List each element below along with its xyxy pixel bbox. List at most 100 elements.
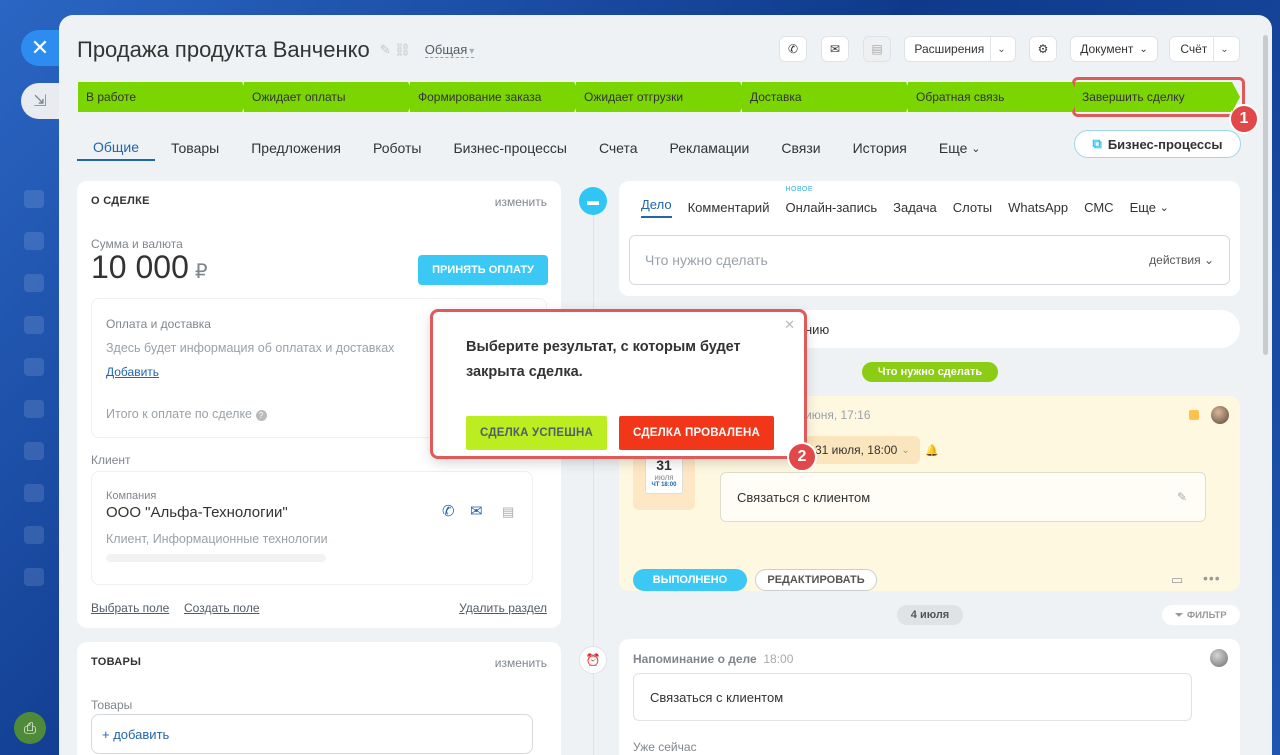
edit-link[interactable]: изменить xyxy=(495,656,547,670)
sidebar-ghost-item xyxy=(24,232,44,250)
todo-placeholder: Что нужно сделать xyxy=(645,252,768,268)
help-icon[interactable]: ? xyxy=(255,410,267,421)
tab-label: Счета xyxy=(598,140,638,156)
task-text: Связаться с клиентом xyxy=(737,489,871,505)
client-block: Компания ООО "Альфа-Технологии" Клиент, … xyxy=(91,471,533,585)
mail-icon: ✉ xyxy=(829,42,841,56)
add-payment-link[interactable]: Добавить xyxy=(106,365,159,379)
chat-icon[interactable]: ▤ xyxy=(502,504,514,520)
stage-item[interactable]: Обратная связь xyxy=(908,82,1080,112)
tab-label: Роботы xyxy=(372,140,422,156)
tab-label: СМС xyxy=(1084,199,1114,215)
todo-input[interactable]: Что нужно сделать действия ⌄ xyxy=(629,235,1230,285)
stage-label: Обратная связь xyxy=(916,90,1005,104)
bp-label: Бизнес-процессы xyxy=(1107,136,1223,152)
print-icon[interactable]: ⎙ xyxy=(14,712,46,744)
chat-button[interactable]: ▤ xyxy=(863,36,891,62)
badge-number: 1 xyxy=(1239,110,1249,127)
more-icon[interactable]: ••• xyxy=(1203,570,1221,586)
call-button[interactable]: ✆ xyxy=(779,36,807,62)
delete-section-link[interactable]: Удалить раздел xyxy=(459,601,547,615)
chevron-down-icon: ⌄ xyxy=(1139,43,1148,55)
company-name[interactable]: ООО "Альфа-Технологии" xyxy=(106,504,288,521)
stage-label: В работе xyxy=(86,90,137,104)
tab-claims[interactable]: Рекламации xyxy=(654,135,766,161)
tab-sms[interactable]: СМС xyxy=(1084,195,1113,219)
chat-icon: ▤ xyxy=(871,42,883,56)
accept-payment-button[interactable]: ПРИНЯТЬ ОПЛАТУ xyxy=(418,255,548,285)
company-info: Клиент, Информационные технологии xyxy=(106,532,328,546)
highlight-frame xyxy=(430,309,807,459)
chevron-down-icon: ⌄ xyxy=(1203,253,1214,267)
scrollbar[interactable] xyxy=(1263,35,1268,355)
filter-button[interactable]: ⏷ ФИЛЬТР xyxy=(1162,605,1240,625)
stage-item[interactable]: В работе xyxy=(78,82,250,112)
tab-activity[interactable]: Дело xyxy=(641,195,672,219)
close-slider-button[interactable]: ✕ xyxy=(21,30,59,66)
actions-dropdown[interactable]: действия ⌄ xyxy=(1149,253,1214,267)
client-label: Клиент xyxy=(91,453,131,467)
avatar xyxy=(1210,649,1228,667)
stage-item[interactable]: Ожидает отгрузки xyxy=(576,82,748,112)
create-field-link[interactable]: Создать поле xyxy=(184,601,260,615)
task-text-box[interactable]: Связаться с клиентом ✎ xyxy=(720,472,1206,522)
stage-label: Доставка xyxy=(750,90,802,104)
edit-button[interactable]: РЕДАКТИРОВАТЬ xyxy=(755,569,877,591)
deal-header: Продажа продукта Ванченко ✎ ⛓ Общая ▾ xyxy=(77,37,475,63)
add-product-field[interactable]: + добавить xyxy=(91,714,533,754)
edit-title-icon[interactable]: ✎ ⛓ xyxy=(380,42,411,58)
note-icon[interactable]: ▭ xyxy=(1171,572,1183,588)
tab-online-booking[interactable]: НОВОЕ Онлайн-запись xyxy=(785,186,877,219)
tab-task[interactable]: Задача xyxy=(893,195,937,219)
tab-more[interactable]: Еще ⌄ xyxy=(923,135,997,161)
tab-comment[interactable]: Комментарий xyxy=(688,195,770,219)
stage-bar: В работе Ожидает оплаты Формирование зак… xyxy=(78,82,1240,112)
tab-label: Бизнес-процессы xyxy=(453,140,567,156)
tab-slots[interactable]: Слоты xyxy=(953,195,992,219)
extensions-label: Расширения xyxy=(914,42,985,56)
calendar-month: июля xyxy=(654,473,674,482)
tab-label: Предложения xyxy=(251,140,341,156)
settings-button[interactable]: ⚙ xyxy=(1029,36,1057,62)
tab-robots[interactable]: Роботы xyxy=(357,135,437,161)
select-field-link[interactable]: Выбрать поле xyxy=(91,601,169,615)
stage-item[interactable]: Ожидает оплаты xyxy=(244,82,416,112)
add-product-link[interactable]: + добавить xyxy=(102,727,169,742)
tab-general[interactable]: Общие xyxy=(77,135,156,161)
flow-icon: ⧉ xyxy=(1092,136,1102,151)
mail-icon[interactable]: ✉ xyxy=(470,502,483,520)
tab-invoices[interactable]: Счета xyxy=(583,135,654,161)
tab-label: WhatsApp xyxy=(1008,199,1069,215)
step-badge: 2 xyxy=(787,442,817,472)
avatar xyxy=(1211,406,1229,424)
tab-more[interactable]: Еще ⌄ xyxy=(1130,195,1169,219)
done-button[interactable]: ВЫПОЛНЕНО xyxy=(633,569,747,591)
minimize-button[interactable]: ⇲ xyxy=(21,83,59,119)
email-button[interactable]: ✉ xyxy=(821,36,849,62)
tab-business-processes[interactable]: Бизнес-процессы xyxy=(437,135,582,161)
gear-icon: ⚙ xyxy=(1037,42,1049,56)
tab-whatsapp[interactable]: WhatsApp xyxy=(1008,195,1068,219)
document-button[interactable]: Документ ⌄ xyxy=(1070,36,1158,62)
pencil-icon[interactable]: ✎ xyxy=(1177,490,1187,504)
tab-label: Задача xyxy=(893,199,937,215)
extensions-button[interactable]: Расширения ⌄ xyxy=(904,36,1016,62)
already-label: Уже сейчас xyxy=(633,740,697,754)
edit-link[interactable]: изменить xyxy=(495,195,547,209)
stage-item[interactable]: Формирование заказа xyxy=(410,82,582,112)
deadline-selector[interactable]: 31 июля, 18:00 ⌄ xyxy=(805,436,920,464)
tab-products[interactable]: Товары xyxy=(155,135,235,161)
business-process-button[interactable]: ⧉ Бизнес-процессы xyxy=(1074,130,1241,158)
tab-history[interactable]: История xyxy=(837,135,923,161)
reminder-title: Напоминание о деле xyxy=(633,652,757,666)
reminder-time: 18:00 xyxy=(763,652,794,666)
page-title: Продажа продукта Ванченко xyxy=(77,37,370,62)
date-pill: 4 июля xyxy=(897,605,963,625)
category-selector[interactable]: Общая ▾ xyxy=(424,42,475,58)
phone-icon[interactable]: ✆ xyxy=(442,502,455,520)
stage-item[interactable]: Доставка xyxy=(742,82,914,112)
tab-offers[interactable]: Предложения xyxy=(235,135,357,161)
invoice-button[interactable]: Счёт ⌄ xyxy=(1169,36,1240,62)
tab-links[interactable]: Связи xyxy=(765,135,836,161)
bell-icon[interactable]: 🔔 xyxy=(925,444,939,457)
